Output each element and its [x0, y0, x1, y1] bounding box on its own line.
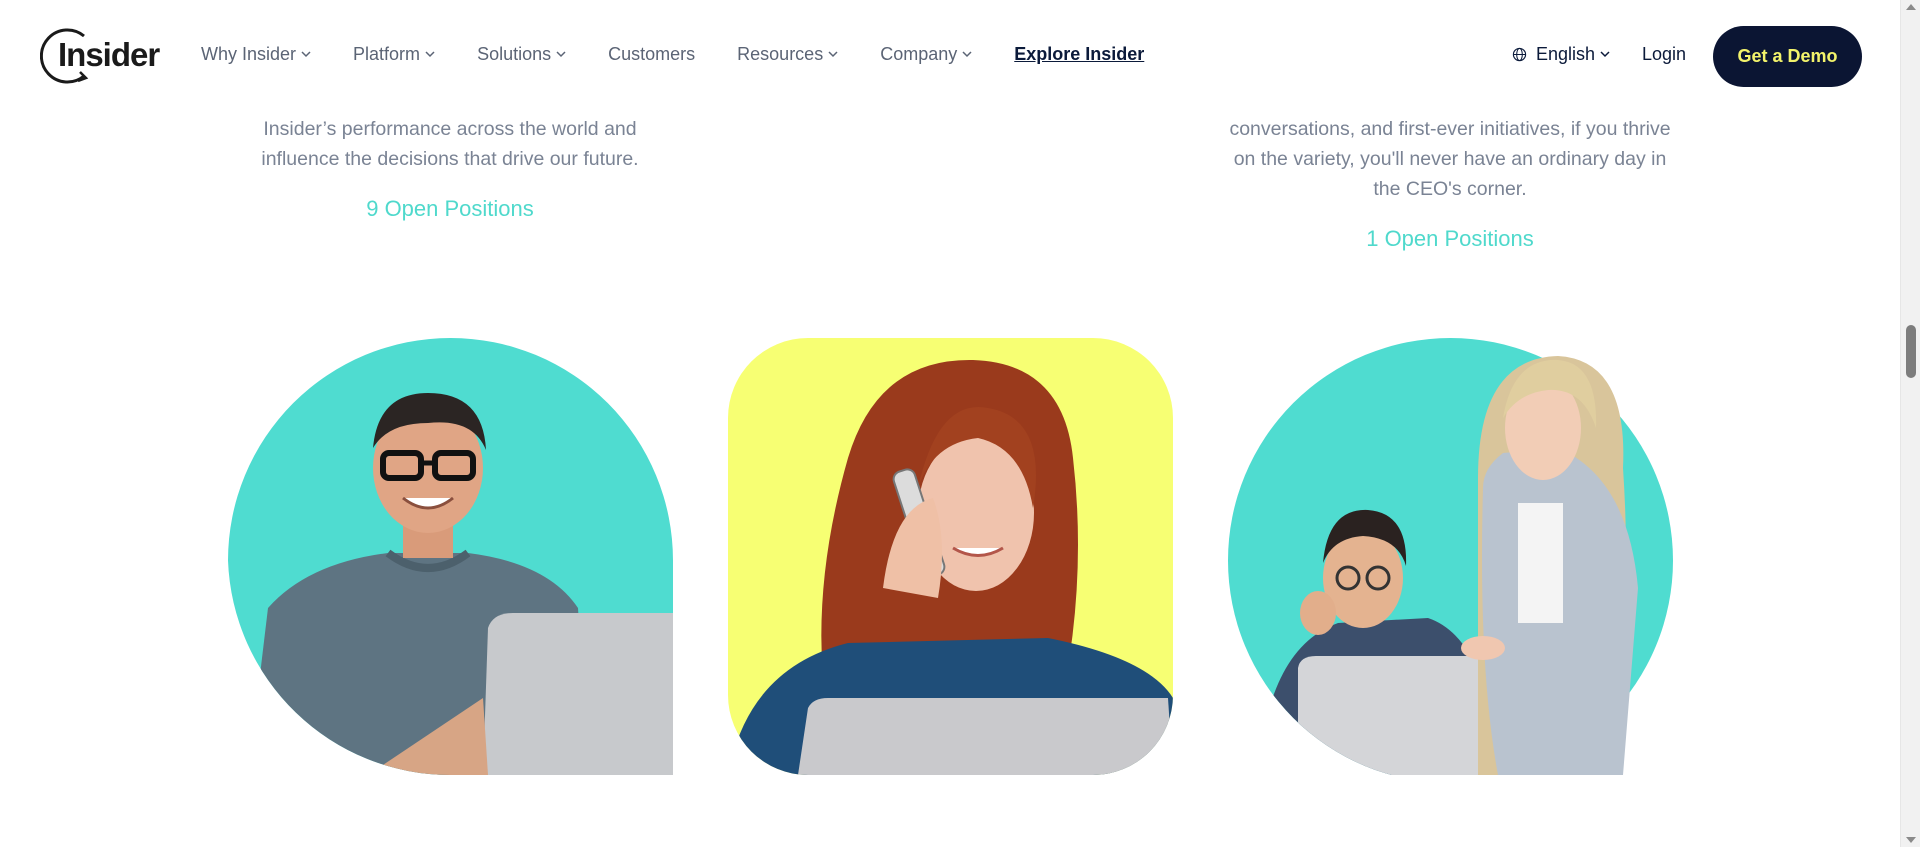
login-link[interactable]: Login [1642, 44, 1686, 65]
scrollbar-thumb[interactable] [1906, 325, 1916, 378]
woman-on-phone-photo [728, 338, 1173, 775]
scroll-down-arrow-icon[interactable] [1906, 837, 1916, 843]
description-line: influence the decisions that drive our f… [261, 148, 639, 170]
description-line: Insider’s performance across the world a… [263, 118, 637, 140]
description-line: on the variety, you'll never have an ord… [1233, 148, 1667, 170]
man-with-glasses-laptop-photo [228, 338, 673, 775]
language-label: English [1536, 44, 1596, 64]
chevron-down-icon [1600, 51, 1610, 58]
page-scrollbar[interactable] [1900, 0, 1920, 847]
team-description: Insider’s performance across the world a… [230, 114, 670, 174]
open-positions-link[interactable]: 1 Open Positions [1300, 226, 1600, 252]
globe-icon [1512, 47, 1527, 62]
description-line: the CEO's corner. [1373, 178, 1527, 200]
header-actions: English Login Get a Demo [0, 26, 1900, 87]
team-description: conversations, and first-ever initiative… [1200, 114, 1700, 204]
language-selector[interactable]: English [1512, 44, 1610, 65]
open-positions-link[interactable]: 9 Open Positions [300, 196, 600, 222]
description-line: conversations, and first-ever initiative… [1229, 118, 1671, 140]
get-a-demo-button[interactable]: Get a Demo [1713, 26, 1862, 87]
site-header: Insider Why Insider Platform Solutions C… [0, 0, 1900, 112]
two-colleagues-laptop-photo [1228, 338, 1673, 775]
scroll-up-arrow-icon[interactable] [1906, 4, 1916, 10]
